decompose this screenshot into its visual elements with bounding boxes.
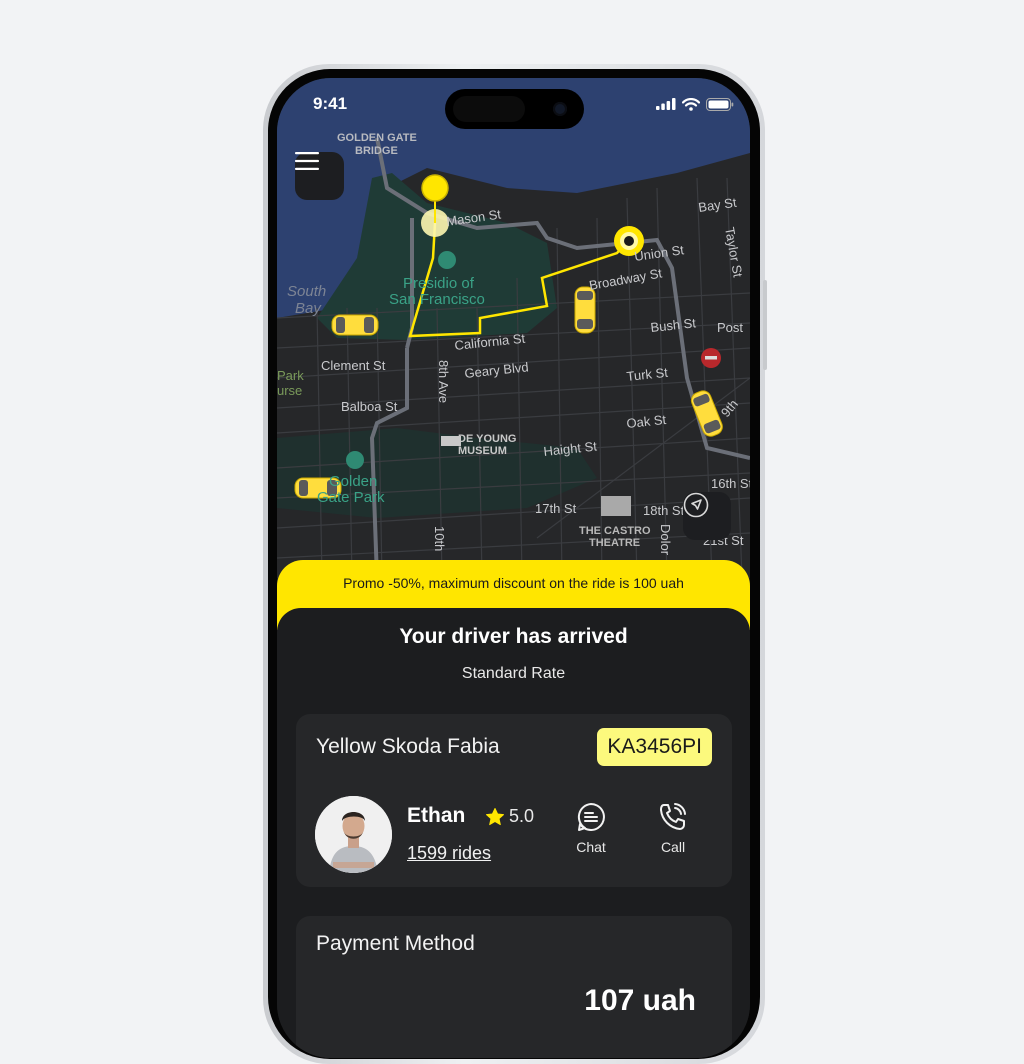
map-label: Bay bbox=[295, 300, 322, 317]
driver-name: Ethan bbox=[407, 804, 466, 827]
chat-icon bbox=[577, 803, 605, 831]
dynamic-island bbox=[445, 89, 584, 129]
phone-screen: GOLDEN GATE BRIDGE Mason St Presidio of … bbox=[277, 78, 750, 1058]
park-tree-icon bbox=[346, 451, 364, 469]
map-label: South bbox=[287, 283, 326, 300]
taxi-icon bbox=[574, 286, 596, 334]
rides-count-link[interactable]: 1599 rides bbox=[407, 843, 491, 864]
park-tree-icon bbox=[438, 251, 456, 269]
map-label: 10th bbox=[432, 526, 447, 551]
side-button bbox=[763, 280, 767, 370]
battery-icon bbox=[706, 97, 734, 111]
promo-text: Promo -50%, maximum discount on the ride… bbox=[343, 575, 684, 591]
taxi-icon bbox=[331, 314, 379, 336]
map-view[interactable]: GOLDEN GATE BRIDGE Mason St Presidio of … bbox=[277, 78, 750, 578]
status-time: 9:41 bbox=[313, 94, 348, 113]
payment-amount: 107 uah bbox=[584, 984, 696, 1017]
map-label: 17th St bbox=[535, 501, 577, 516]
pickup-pin-icon bbox=[421, 174, 449, 202]
wifi-icon bbox=[682, 97, 700, 111]
star-icon bbox=[486, 807, 504, 825]
my-location-button[interactable] bbox=[683, 492, 731, 540]
driver-photo bbox=[315, 796, 392, 873]
status-icons bbox=[656, 97, 734, 111]
map-label: Gate Park bbox=[317, 489, 385, 506]
map-label: 8th Ave bbox=[436, 360, 451, 403]
map-label: Park bbox=[277, 368, 304, 383]
map-label: MUSEUM bbox=[458, 445, 507, 457]
map-label: Presidio of bbox=[403, 275, 475, 292]
ride-status-sheet: Your driver has arrived Standard Rate Ye… bbox=[277, 608, 750, 1058]
payment-title: Payment Method bbox=[316, 932, 475, 955]
camera-icon bbox=[553, 102, 567, 116]
island-sensor bbox=[453, 96, 525, 122]
destination-pin-center bbox=[624, 236, 634, 246]
map-label: 18th St bbox=[643, 503, 685, 518]
call-button[interactable]: Call bbox=[643, 802, 703, 855]
navigation-arrow-icon bbox=[683, 492, 709, 518]
status-bar: 9:41 bbox=[277, 78, 750, 130]
map-label: THE CASTRO bbox=[579, 525, 651, 537]
chat-label: Chat bbox=[576, 839, 606, 855]
map-label: BRIDGE bbox=[355, 145, 398, 157]
signal-icon bbox=[656, 98, 676, 110]
map-label: urse bbox=[277, 383, 302, 398]
menu-button[interactable] bbox=[295, 152, 344, 200]
driver-avatar[interactable] bbox=[315, 796, 392, 873]
map-canvas: GOLDEN GATE BRIDGE Mason St Presidio of … bbox=[277, 78, 750, 578]
driver-rating: 5.0 bbox=[485, 806, 534, 827]
map-label: Balboa St bbox=[341, 399, 398, 414]
map-label: Dolor bbox=[658, 524, 673, 556]
map-label: DE YOUNG bbox=[458, 433, 516, 445]
map-label: 16th St bbox=[711, 476, 750, 491]
call-label: Call bbox=[660, 839, 686, 855]
chat-button[interactable]: Chat bbox=[561, 802, 621, 855]
driver-card: Yellow Skoda Fabia KA3456PI Ethan 5.0 15… bbox=[296, 714, 732, 887]
map-label: Golden bbox=[329, 473, 377, 490]
payment-card[interactable]: Payment Method 107 uah bbox=[296, 916, 732, 1058]
theatre-icon bbox=[601, 496, 631, 516]
car-model: Yellow Skoda Fabia bbox=[316, 735, 500, 758]
license-plate: KA3456PI bbox=[597, 728, 712, 766]
no-entry-bar bbox=[705, 356, 717, 360]
rate-label: Standard Rate bbox=[461, 665, 566, 682]
map-label: GOLDEN GATE bbox=[337, 132, 417, 144]
map-label: Clement St bbox=[321, 358, 386, 373]
sheet-title: Your driver has arrived bbox=[399, 625, 628, 648]
rating-value: 5.0 bbox=[509, 806, 535, 826]
hamburger-icon bbox=[295, 152, 319, 170]
phone-call-icon bbox=[660, 803, 686, 830]
map-label: THEATRE bbox=[589, 537, 640, 549]
map-label: Post bbox=[717, 320, 743, 335]
map-label: San Francisco bbox=[389, 291, 485, 308]
